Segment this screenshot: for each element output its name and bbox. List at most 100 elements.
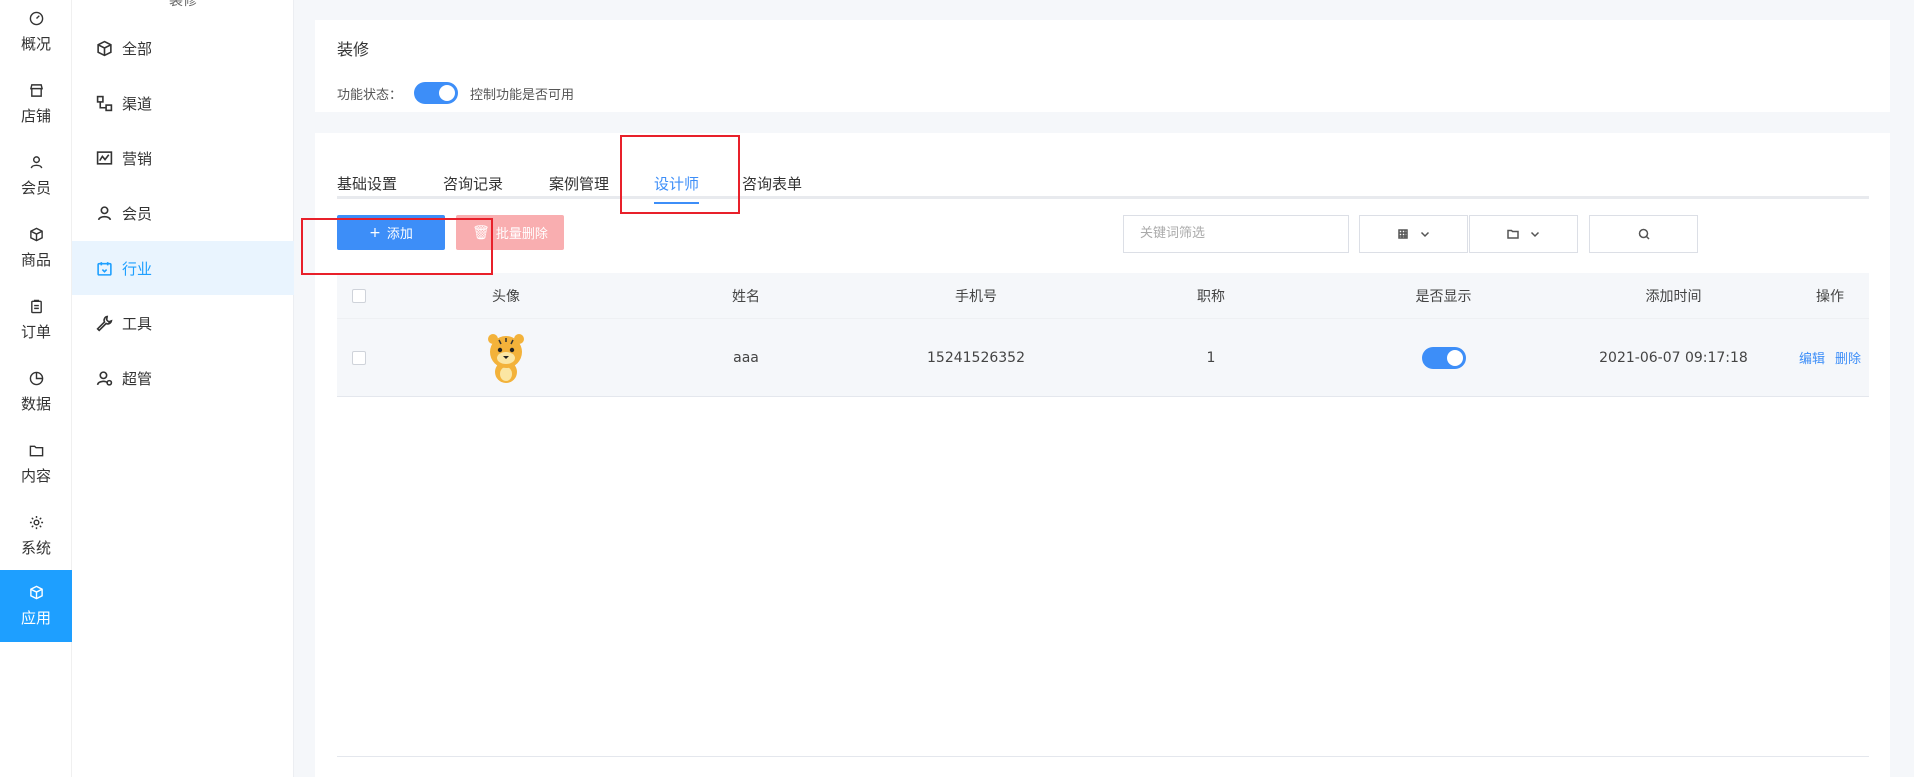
search-icon — [1638, 228, 1650, 240]
status-hint: 控制功能是否可用 — [470, 87, 575, 103]
status-label: 功能状态： — [337, 87, 403, 103]
row-checkbox[interactable] — [352, 350, 366, 365]
rail-item-label: 会员 — [20, 179, 51, 197]
row-name: aaa — [733, 349, 759, 366]
user-icon — [28, 154, 44, 170]
keyword-filter-input[interactable]: 关键词筛选 — [1123, 215, 1349, 253]
rail-item-goods[interactable]: 商品 — [0, 212, 72, 284]
rail-item-content[interactable]: 内容 — [0, 428, 72, 500]
header-title: 职称 — [1197, 288, 1225, 305]
table-footer-divider — [337, 756, 1869, 757]
submenu-item-label: 会员 — [122, 204, 153, 223]
chart-icon — [96, 150, 113, 165]
export-button[interactable] — [1469, 215, 1578, 253]
table-header: 头像 姓名 手机号 职称 是否显示 添加时间 操作 — [337, 273, 1869, 318]
cube-icon — [97, 40, 112, 56]
wrench-icon — [96, 315, 113, 332]
feature-title: 装修 — [337, 40, 370, 59]
rail-item-label: 订单 — [20, 323, 51, 341]
row-select-cell — [337, 350, 381, 365]
app-root: 概况 店铺 会员 商品 订单 数据 内容 系统 应用 装修 全部 渠道 营销 会… — [0, 0, 1914, 777]
row-show-cell — [1331, 346, 1556, 369]
sub-menu: 装修 全部 渠道 营销 会员 行业 工具 超管 — [72, 0, 294, 777]
pie-icon — [28, 370, 44, 386]
cube-icon — [28, 226, 44, 242]
dashboard-icon — [28, 10, 44, 26]
annotation-box-designer-tab — [620, 135, 740, 214]
rail-item-apps[interactable]: 应用 — [0, 570, 72, 642]
box-icon — [28, 584, 44, 600]
edit-link[interactable]: 编辑 — [1799, 352, 1825, 367]
tab-case-management[interactable]: 案例管理 — [549, 173, 609, 199]
table-row: aaa 15241526352 1 2021-06-07 09:17:18 编辑… — [337, 318, 1869, 397]
feature-status-toggle[interactable] — [414, 82, 459, 104]
rail-item-system[interactable]: 系统 — [0, 500, 72, 572]
rail-item-overview[interactable]: 概况 — [0, 0, 72, 68]
submenu-item-member[interactable]: 会员 — [72, 186, 294, 240]
tab-consult-form[interactable]: 咨询表单 — [742, 173, 802, 199]
column-toggle-button[interactable] — [1359, 215, 1468, 253]
avatar-cell — [381, 330, 631, 386]
tab-basic-settings[interactable]: 基础设置 — [337, 173, 397, 199]
submenu-item-channel[interactable]: 渠道 — [72, 76, 294, 130]
rail-item-label: 商品 — [20, 251, 51, 269]
submenu-item-label: 超管 — [122, 369, 153, 388]
grid-icon — [1397, 229, 1408, 239]
clipboard-icon — [28, 298, 44, 314]
delete-link[interactable]: 删除 — [1835, 352, 1861, 367]
rail-item-store[interactable]: 店铺 — [0, 68, 72, 140]
annotation-box-add — [301, 218, 493, 275]
feature-status-row: 功能状态： 控制功能是否可用 — [337, 82, 574, 104]
batch-delete-label: 批量删除 — [495, 227, 548, 242]
header-phone: 手机号 — [955, 288, 997, 305]
rail-item-label: 系统 — [20, 539, 51, 557]
chevron-down-icon — [1530, 231, 1539, 238]
tab-bar: 基础设置 咨询记录 案例管理 设计师 咨询表单 — [337, 157, 1869, 204]
designer-table: 头像 姓名 手机号 职称 是否显示 添加时间 操作 aaa 1524152635… — [337, 273, 1869, 397]
submenu-item-label: 渠道 — [122, 94, 153, 113]
rail-item-data[interactable]: 数据 — [0, 356, 72, 428]
submenu-item-tools[interactable]: 工具 — [72, 296, 294, 350]
rail-item-label: 内容 — [20, 467, 51, 485]
admin-icon — [96, 370, 113, 386]
header-time: 添加时间 — [1645, 288, 1702, 305]
folder-icon — [1506, 229, 1519, 239]
row-title: 1 — [1206, 349, 1216, 366]
submenu-item-label: 工具 — [122, 314, 153, 333]
rail-item-label: 概况 — [20, 35, 51, 53]
main-content: 装修 功能状态： 控制功能是否可用 基础设置 咨询记录 案例管理 设计师 咨询表… — [295, 0, 1914, 777]
submenu-top-label[interactable]: 装修 — [72, 0, 294, 10]
row-show-toggle[interactable] — [1421, 346, 1466, 369]
rail-item-member[interactable]: 会员 — [0, 140, 72, 212]
row-phone: 15241526352 — [927, 349, 1025, 366]
submenu-item-marketing[interactable]: 营销 — [72, 131, 294, 185]
row-time: 2021-06-07 09:17:18 — [1599, 349, 1748, 366]
row-ops: 编辑 删除 — [1791, 348, 1869, 367]
industry-icon — [97, 261, 112, 276]
submenu-item-label: 全部 — [122, 39, 153, 58]
submenu-item-label: 行业 — [122, 259, 153, 278]
designer-card: 基础设置 咨询记录 案例管理 设计师 咨询表单 + 添加 🗑 批量删除 关键词筛… — [315, 133, 1890, 777]
store-icon — [28, 82, 44, 98]
chevron-down-icon — [1420, 231, 1429, 238]
gear-icon — [28, 514, 44, 530]
submenu-item-industry[interactable]: 行业 — [72, 241, 294, 295]
avatar — [488, 333, 524, 383]
select-all-cell — [337, 288, 381, 303]
user-icon — [97, 205, 112, 220]
submenu-item-all[interactable]: 全部 — [72, 21, 294, 75]
header-ops: 操作 — [1816, 288, 1844, 305]
select-all-checkbox[interactable] — [352, 288, 366, 303]
folder-icon — [28, 442, 44, 458]
search-button[interactable] — [1589, 215, 1698, 253]
channel-icon — [96, 95, 113, 111]
header-avatar: 头像 — [492, 288, 520, 305]
submenu-item-label: 营销 — [122, 149, 153, 168]
main-nav-rail: 概况 店铺 会员 商品 订单 数据 内容 系统 应用 — [0, 0, 72, 777]
submenu-item-admin[interactable]: 超管 — [72, 351, 294, 405]
tab-consult-records[interactable]: 咨询记录 — [443, 173, 503, 199]
rail-item-order[interactable]: 订单 — [0, 284, 72, 356]
feature-card: 装修 功能状态： 控制功能是否可用 — [315, 20, 1890, 112]
rail-item-label: 应用 — [20, 609, 51, 627]
rail-item-label: 店铺 — [20, 107, 51, 125]
